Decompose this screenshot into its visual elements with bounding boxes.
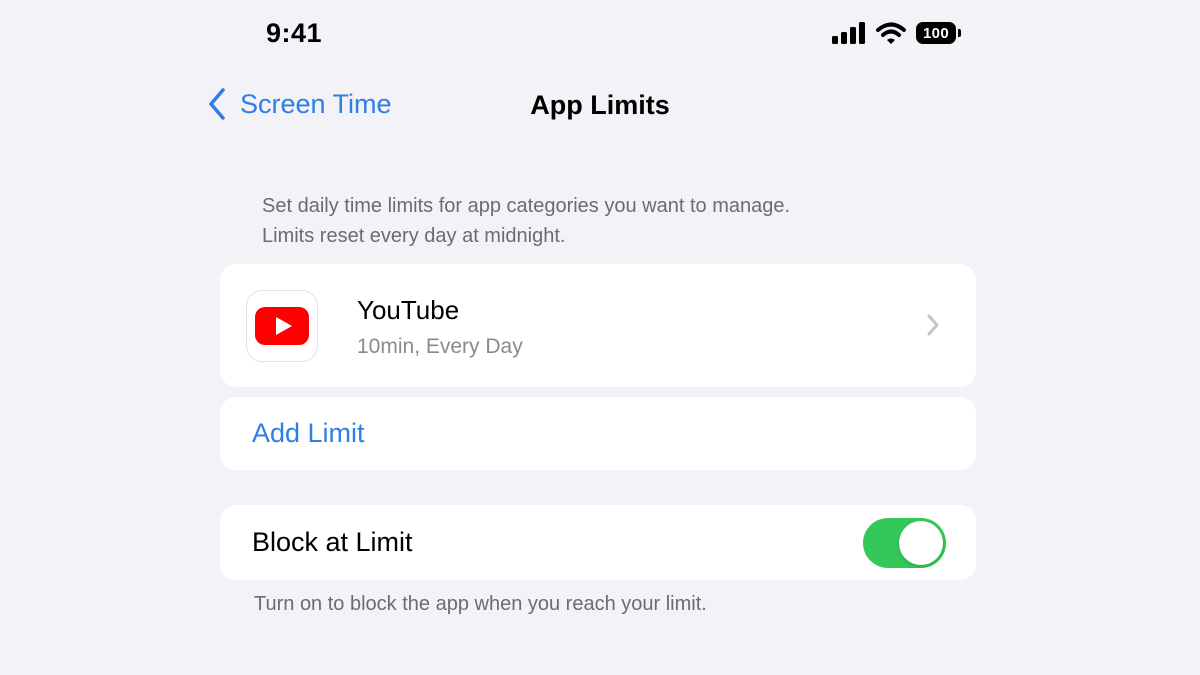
block-at-limit-row: Block at Limit [220, 505, 976, 580]
section-description: Set daily time limits for app categories… [262, 191, 962, 251]
chevron-right-icon [927, 314, 939, 336]
block-at-limit-footer: Turn on to block the app when you reach … [254, 593, 707, 615]
status-time: 9:41 [266, 18, 323, 48]
app-limit-detail: 10min, Every Day [357, 335, 523, 358]
description-line-1: Set daily time limits for app categories… [262, 195, 791, 217]
battery-level: 100 [916, 22, 956, 44]
description-line-2: Limits reset every day at midnight. [262, 225, 566, 247]
page-title: App Limits [530, 90, 670, 120]
toggle-knob [899, 521, 943, 565]
status-icons: 100 [832, 22, 961, 44]
app-limit-row-youtube[interactable]: YouTube 10min, Every Day [220, 264, 976, 387]
block-at-limit-label: Block at Limit [252, 527, 413, 557]
wifi-icon [876, 22, 906, 44]
battery-cap [958, 29, 961, 37]
block-at-limit-toggle[interactable] [863, 518, 946, 568]
add-limit-row[interactable]: Add Limit [220, 397, 976, 470]
youtube-icon [246, 290, 318, 362]
signal-icon [832, 22, 865, 44]
app-name: YouTube [357, 295, 460, 325]
add-limit-button[interactable]: Add Limit [252, 418, 365, 449]
battery-icon: 100 [916, 22, 961, 44]
